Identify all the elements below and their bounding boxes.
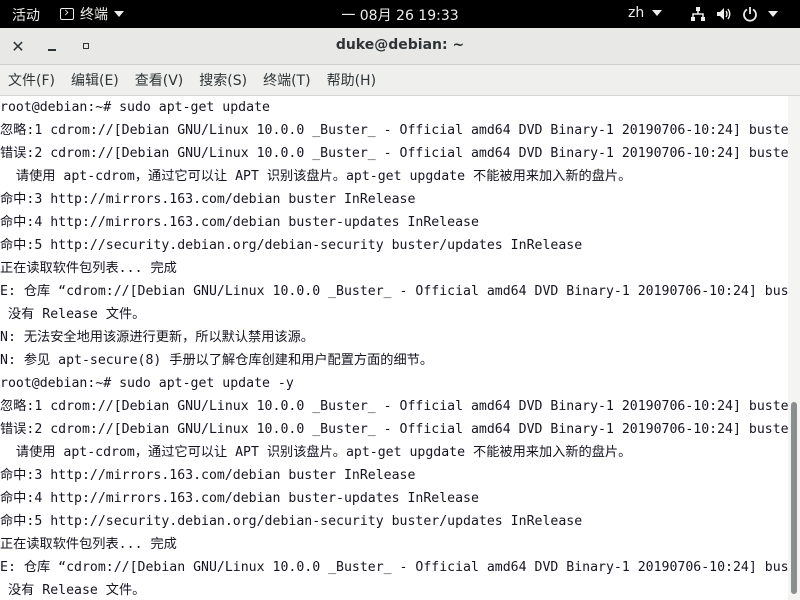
terminal-line: N: 无法安全地用该源进行更新，所以默认禁用该源。 [0, 330, 314, 345]
menu-edit[interactable]: 编辑(E) [63, 70, 127, 90]
terminal-line: 命中:3 http://mirrors.163.com/debian buste… [0, 468, 416, 483]
menu-bar: 文件(F) 编辑(E) 查看(V) 搜索(S) 终端(T) 帮助(H) [0, 65, 800, 96]
terminal-scrollbar[interactable] [788, 96, 800, 600]
menu-help[interactable]: 帮助(H) [319, 70, 384, 90]
terminal-line: N: 参见 apt-secure(8) 手册以了解仓库创建和用户配置方面的细节。 [0, 353, 434, 368]
network-icon [691, 7, 705, 21]
terminal-line: root@debian:~# sudo apt-get update [0, 100, 270, 115]
menu-search[interactable]: 搜索(S) [191, 70, 255, 90]
terminal-line: 没有 Release 文件。 [0, 307, 146, 322]
power-icon [743, 7, 757, 22]
chevron-down-icon [768, 11, 778, 17]
terminal-line: E: 仓库 “cdrom://[Debian GNU/Linux 10.0.0 … [0, 560, 788, 575]
terminal-line: root@debian:~# sudo apt-get update -y [0, 376, 294, 391]
menu-file[interactable]: 文件(F) [0, 70, 63, 90]
window-title: duke@debian: ~ [335, 37, 465, 53]
terminal-line: 错误:2 cdrom://[Debian GNU/Linux 10.0.0 _B… [0, 146, 788, 161]
terminal-line: 命中:4 http://mirrors.163.com/debian buste… [0, 491, 479, 506]
top-bar: 活动 终端 一 08月 26 19:33 zh [0, 0, 800, 28]
terminal-line: 正在读取软件包列表... 完成 [0, 537, 177, 552]
terminal-line: 命中:5 http://security.debian.org/debian-s… [0, 238, 583, 253]
system-status-menu[interactable] [690, 4, 778, 24]
clock[interactable]: 一 08月 26 19:33 [0, 5, 800, 25]
terminal-line: E: 仓库 “cdrom://[Debian GNU/Linux 10.0.0 … [0, 284, 788, 299]
chevron-down-icon [652, 10, 663, 16]
terminal-line: 命中:5 http://security.debian.org/debian-s… [0, 514, 583, 529]
terminal-line: 请使用 apt-cdrom，通过它可以让 APT 识别该盘片。apt-get u… [0, 169, 632, 184]
terminal-line: 没有 Release 文件。 [0, 583, 146, 598]
terminal-line: 忽略:1 cdrom://[Debian GNU/Linux 10.0.0 _B… [0, 399, 788, 414]
scrollbar-thumb[interactable] [791, 402, 797, 594]
terminal-line: 错误:2 cdrom://[Debian GNU/Linux 10.0.0 _B… [0, 422, 788, 437]
menu-view[interactable]: 查看(V) [127, 70, 192, 90]
terminal-line: 命中:3 http://mirrors.163.com/debian buste… [0, 192, 416, 207]
terminal-output[interactable]: root@debian:~# sudo apt-get update 忽略:1 … [0, 96, 788, 600]
terminal-line: 忽略:1 cdrom://[Debian GNU/Linux 10.0.0 _B… [0, 123, 788, 138]
volume-icon [717, 8, 731, 20]
input-language-menu[interactable]: zh [628, 5, 663, 21]
input-language-label: zh [628, 5, 645, 21]
terminal-line: 命中:4 http://mirrors.163.com/debian buste… [0, 215, 479, 230]
terminal-line: 正在读取软件包列表... 完成 [0, 261, 177, 276]
terminal-line: 请使用 apt-cdrom，通过它可以让 APT 识别该盘片。apt-get u… [0, 445, 632, 460]
menu-terminal[interactable]: 终端(T) [255, 70, 318, 90]
window-titlebar[interactable]: ✕ duke@debian: ~ [0, 28, 800, 65]
